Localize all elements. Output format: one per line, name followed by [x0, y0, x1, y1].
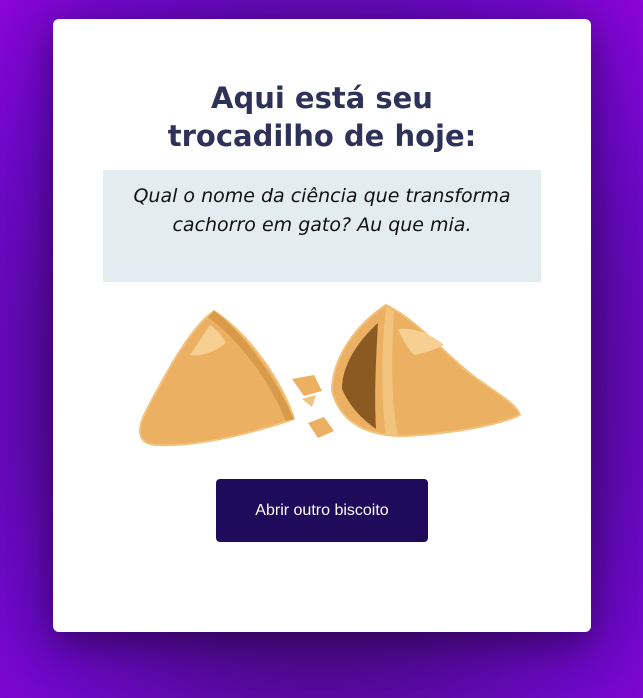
pun-line-2: cachorro em gato? Au que mia. — [172, 214, 472, 236]
title-line-2: trocadilho de hoje: — [167, 119, 477, 153]
open-another-cookie-button[interactable]: Abrir outro biscoito — [216, 479, 428, 542]
pun-text: Qual o nome da ciência que transforma ca… — [103, 170, 541, 240]
pun-box: Qual o nome da ciência que transforma ca… — [103, 170, 541, 282]
broken-fortune-cookie-icon — [139, 303, 522, 447]
page-title: Aqui está seu trocadilho de hoje: — [53, 79, 591, 155]
title-line-1: Aqui está seu — [211, 81, 433, 115]
pun-card: Aqui está seu trocadilho de hoje: Qual o… — [53, 19, 591, 632]
pun-line-1: Qual o nome da ciência que transforma — [133, 185, 511, 207]
cookie-crumb — [308, 417, 334, 438]
cookie-crumb — [302, 395, 316, 407]
cookie-crumb — [292, 375, 322, 396]
